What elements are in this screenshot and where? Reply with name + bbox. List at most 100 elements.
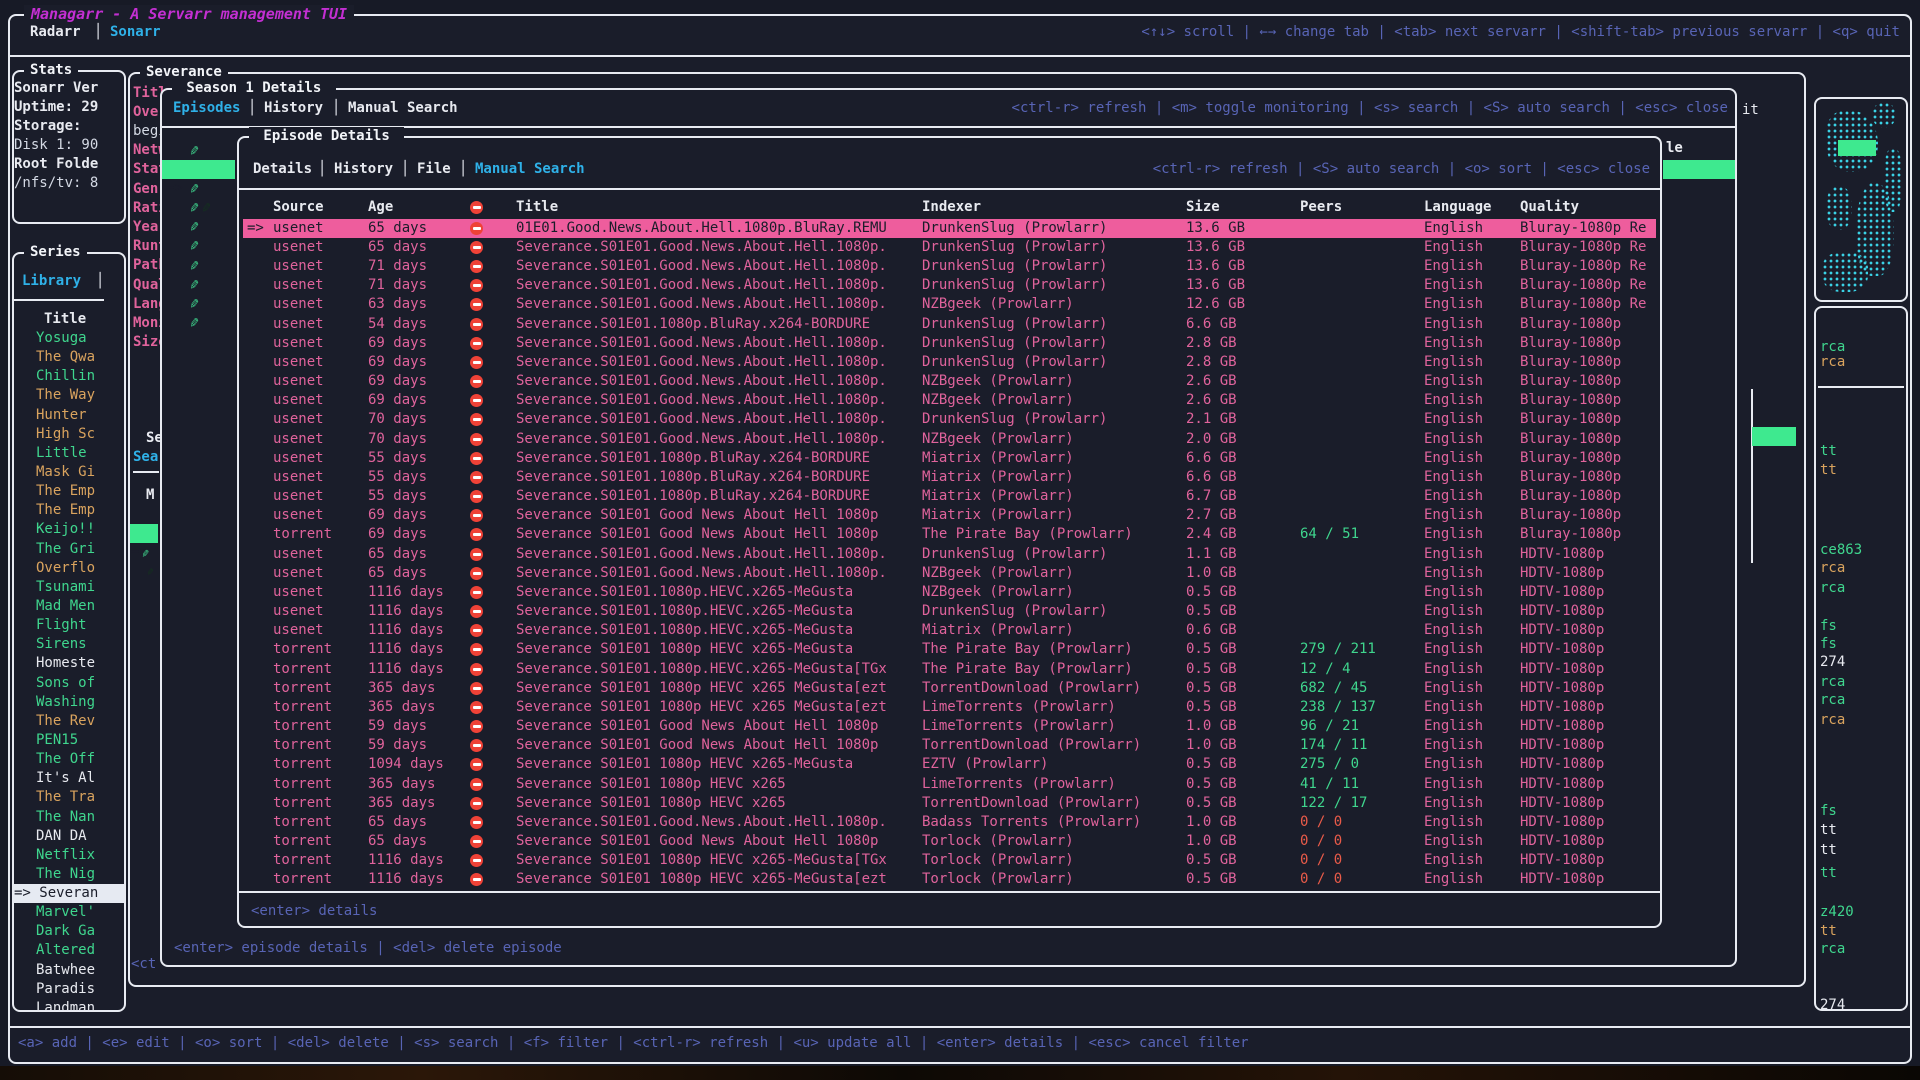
tab-ep-manual-search[interactable]: Manual Search	[475, 160, 585, 179]
release-row[interactable]: torrent1094 daysSeverance S01E01 1080p H…	[243, 755, 1656, 774]
release-row[interactable]: torrent365 daysSeverance S01E01 1080p HE…	[243, 698, 1656, 717]
release-row[interactable]: usenet55 daysSeverance.S01E01.1080p.BluR…	[243, 468, 1656, 487]
series-item[interactable]: The Way	[36, 386, 95, 405]
series-item[interactable]: Sons of	[36, 674, 95, 693]
series-item[interactable]: Altered	[36, 941, 95, 960]
tab-sonarr[interactable]: Sonarr	[110, 23, 161, 42]
series-item[interactable]: Mask Gi	[36, 463, 95, 482]
series-item[interactable]: Homeste	[36, 654, 95, 673]
release-cell: torrent	[273, 679, 332, 698]
release-cell: DrunkenSlug (Prowlarr)	[922, 219, 1107, 238]
series-item[interactable]: The Off	[36, 750, 95, 769]
seasons-scrollbar-thumb[interactable]	[1752, 427, 1796, 446]
release-row[interactable]: torrent365 daysSeverance S01E01 1080p HE…	[243, 775, 1656, 794]
series-item-selected[interactable]: => Severan	[14, 884, 124, 903]
release-row[interactable]: usenet55 daysSeverance.S01E01.1080p.BluR…	[243, 449, 1656, 468]
release-row[interactable]: torrent65 daysSeverance S01E01 Good News…	[243, 832, 1656, 851]
series-item[interactable]: It's Al	[36, 769, 95, 788]
series-item[interactable]: Batwhee	[36, 961, 95, 980]
series-item[interactable]: Dark Ga	[36, 922, 95, 941]
release-row[interactable]: usenet1116 daysSeverance.S01E01.1080p.HE…	[243, 583, 1656, 602]
tab-episodes[interactable]: Episodes	[173, 99, 240, 118]
release-row[interactable]: usenet69 daysSeverance.S01E01.Good.News.…	[243, 391, 1656, 410]
series-item[interactable]: The Qwa	[36, 348, 95, 367]
release-row[interactable]: torrent69 daysSeverance S01E01 Good News…	[243, 525, 1656, 544]
release-row[interactable]: usenet65 daysSeverance.S01E01.Good.News.…	[243, 238, 1656, 257]
release-row[interactable]: torrent59 daysSeverance S01E01 Good News…	[243, 717, 1656, 736]
series-item[interactable]: Little	[36, 444, 87, 463]
tab-ep-file[interactable]: File	[417, 160, 451, 179]
release-row[interactable]: usenet69 daysSeverance.S01E01.Good.News.…	[243, 334, 1656, 353]
series-item[interactable]: The Rev	[36, 712, 95, 731]
release-cell: 70 days	[368, 430, 427, 449]
series-item[interactable]: Paradis	[36, 980, 95, 999]
release-row[interactable]: torrent1116 daysSeverance S01E01 1080p H…	[243, 640, 1656, 659]
release-row[interactable]: =>usenet65 days01E01.Good.News.About.Hel…	[243, 219, 1656, 238]
release-row[interactable]: usenet63 daysSeverance.S01E01.Good.News.…	[243, 295, 1656, 314]
release-row[interactable]: torrent1116 daysSeverance S01E01 1080p H…	[243, 870, 1656, 889]
release-row[interactable]: usenet70 daysSeverance.S01E01.Good.News.…	[243, 410, 1656, 429]
release-row[interactable]: torrent1116 daysSeverance S01E01 1080p H…	[243, 851, 1656, 870]
release-cell: DrunkenSlug (Prowlarr)	[922, 257, 1107, 276]
release-row[interactable]: usenet70 daysSeverance.S01E01.Good.News.…	[243, 430, 1656, 449]
release-cell: English	[1424, 851, 1483, 870]
release-row[interactable]: usenet65 daysSeverance.S01E01.Good.News.…	[243, 564, 1656, 583]
series-item[interactable]: Washing	[36, 693, 95, 712]
series-item[interactable]: The Emp	[36, 501, 95, 520]
series-item[interactable]: Hunter	[36, 406, 87, 425]
series-item[interactable]: The Gri	[36, 540, 95, 559]
series-item[interactable]: The Emp	[36, 482, 95, 501]
series-item[interactable]: Keijo!!	[36, 520, 95, 539]
series-item[interactable]: Tsunami	[36, 578, 95, 597]
release-cell: torrent	[273, 851, 332, 870]
release-cell: Severance S01E01 1080p HEVC x265-MeGusta	[516, 640, 853, 659]
series-item[interactable]: Chillin	[36, 367, 95, 386]
tab-radarr[interactable]: Radarr	[30, 23, 81, 42]
release-row[interactable]: usenet65 daysSeverance.S01E01.Good.News.…	[243, 545, 1656, 564]
release-row[interactable]: usenet1116 daysSeverance.S01E01.1080p.HE…	[243, 621, 1656, 640]
logo-art-blob	[1826, 186, 1852, 230]
series-item[interactable]: The Nan	[36, 808, 95, 827]
release-row[interactable]: torrent1116 daysSeverance.S01E01.1080p.H…	[243, 660, 1656, 679]
release-cell: usenet	[273, 602, 324, 621]
stats-line: Uptime: 29	[14, 98, 98, 117]
series-item[interactable]: Flight	[36, 616, 87, 635]
selected-episode-row-fragment[interactable]: => ✎	[162, 160, 235, 179]
release-row[interactable]: torrent365 daysSeverance S01E01 1080p HE…	[243, 794, 1656, 813]
release-row[interactable]: torrent65 daysSeverance.S01E01.Good.News…	[243, 813, 1656, 832]
tab-season-history[interactable]: History	[264, 99, 323, 118]
series-item[interactable]: Sirens	[36, 635, 87, 654]
release-row[interactable]: torrent365 daysSeverance S01E01 1080p HE…	[243, 679, 1656, 698]
release-cell: Severance.S01E01.Good.News.About.Hell.10…	[516, 430, 887, 449]
series-item[interactable]: Netflix	[36, 846, 95, 865]
series-item[interactable]: Yosuga	[36, 329, 87, 348]
release-row[interactable]: torrent59 daysSeverance S01E01 Good News…	[243, 736, 1656, 755]
release-cell: 13.6 GB	[1186, 257, 1245, 276]
series-item[interactable]: High Sc	[36, 425, 95, 444]
release-row[interactable]: usenet1116 daysSeverance.S01E01.1080p.HE…	[243, 602, 1656, 621]
series-item[interactable]: Overflo	[36, 559, 95, 578]
selected-season-row-fragment[interactable]: => ✎	[130, 524, 158, 543]
series-item[interactable]: The Tra	[36, 788, 95, 807]
release-row[interactable]: usenet71 daysSeverance.S01E01.Good.News.…	[243, 257, 1656, 276]
series-item[interactable]: DAN DA	[36, 827, 87, 846]
tab-ep-details[interactable]: Details	[253, 160, 312, 179]
release-row[interactable]: usenet71 daysSeverance.S01E01.Good.News.…	[243, 276, 1656, 295]
tab-library[interactable]: Library	[22, 272, 81, 291]
series-item[interactable]: Marvel'	[36, 903, 95, 922]
series-item[interactable]: PEN15	[36, 731, 78, 750]
series-item[interactable]: The Nig	[36, 865, 95, 884]
release-row[interactable]: usenet54 daysSeverance.S01E01.1080p.BluR…	[243, 315, 1656, 334]
seasons-tab-fragment[interactable]: Sea	[133, 448, 158, 467]
release-row[interactable]: usenet69 daysSeverance.S01E01.Good.News.…	[243, 353, 1656, 372]
series-item[interactable]: Mad Men	[36, 597, 95, 616]
release-row[interactable]: usenet69 daysSeverance S01E01 Good News …	[243, 506, 1656, 525]
release-row[interactable]: usenet55 daysSeverance.S01E01.1080p.BluR…	[243, 487, 1656, 506]
release-row[interactable]: usenet69 daysSeverance.S01E01.Good.News.…	[243, 372, 1656, 391]
series-item[interactable]: Landman	[36, 999, 95, 1018]
tab-ep-history[interactable]: History	[334, 160, 393, 179]
tab-season-manual-search[interactable]: Manual Search	[348, 99, 458, 118]
release-cell: 59 days	[368, 736, 427, 755]
release-cell: 96 / 21	[1300, 717, 1359, 736]
release-cell: Severance.S01E01.Good.News.About.Hell.10…	[516, 353, 887, 372]
